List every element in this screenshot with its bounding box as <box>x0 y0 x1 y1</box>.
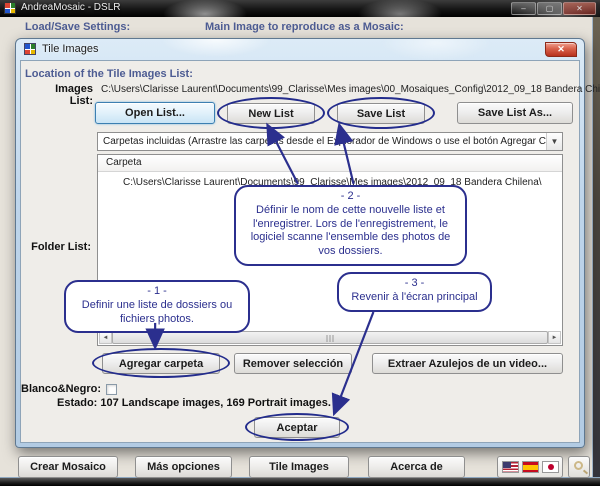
dialog-icon <box>24 43 36 55</box>
remove-selection-button[interactable]: Remover selección <box>234 353 352 374</box>
main-window-title: AndreaMosaic - DSLR <box>21 2 120 13</box>
callout-step-3: - 3 - Revenir à l'écran principal <box>337 272 492 312</box>
minimize-button[interactable]: – <box>511 2 536 15</box>
callout-3-number: - 3 - <box>345 277 484 291</box>
app-icon <box>4 2 16 14</box>
add-folder-button[interactable]: Agregar carpeta <box>102 353 220 374</box>
tile-images-dialog: Tile Images ✕ Location of the Tile Image… <box>15 38 585 448</box>
magnifier-button[interactable] <box>568 456 590 478</box>
load-save-settings-label: Load/Save Settings: <box>25 21 130 33</box>
open-list-button[interactable]: Open List... <box>95 102 215 124</box>
japan-flag-icon[interactable] <box>542 461 559 473</box>
folders-dropdown-value: Carpetas incluidas (Arrastre las carpeta… <box>103 136 563 147</box>
dialog-close-button[interactable]: ✕ <box>545 42 577 57</box>
callout-step-1: - 1 - Definir une liste de dossiers ou f… <box>64 280 250 333</box>
about-button[interactable]: Acerca de <box>368 456 465 478</box>
extract-tiles-video-button[interactable]: Extraer Azulejos de un video... <box>372 353 563 374</box>
close-button[interactable]: ✕ <box>563 2 596 15</box>
spain-flag-icon[interactable] <box>522 461 539 473</box>
folder-column-header: Carpeta <box>98 155 562 172</box>
callout-2-number: - 2 - <box>242 190 459 204</box>
accept-button[interactable]: Aceptar <box>254 417 340 438</box>
black-white-label: Blanco&Negro: <box>21 383 101 395</box>
main-titlebar: AndreaMosaic - DSLR – ▢ ✕ <box>0 0 600 17</box>
window-bottom-frame <box>0 477 600 486</box>
new-list-button[interactable]: New List <box>227 103 315 124</box>
callout-step-2: - 2 - Définir le nom de cette nouvelle l… <box>234 185 467 266</box>
dialog-body: Location of the Tile Images List: Images… <box>20 60 580 443</box>
save-list-button[interactable]: Save List <box>337 103 425 124</box>
images-list-label: Images List: <box>31 83 93 107</box>
main-image-label: Main Image to reproduce as a Mosaic: <box>205 21 404 33</box>
create-mosaic-button[interactable]: Crear Mosaico <box>18 456 118 478</box>
maximize-button[interactable]: ▢ <box>537 2 562 15</box>
window-controls: – ▢ ✕ <box>511 2 596 15</box>
chevron-down-icon[interactable]: ▼ <box>546 133 562 150</box>
callout-2-text: Définir le nom de cette nouvelle liste e… <box>242 204 459 259</box>
folder-list-label: Folder List: <box>27 241 91 253</box>
save-list-as-button[interactable]: Save List As... <box>457 102 573 124</box>
callout-1-number: - 1 - <box>72 285 242 299</box>
dialog-title: Tile Images <box>42 43 98 55</box>
black-white-checkbox[interactable] <box>106 384 117 395</box>
tile-images-button[interactable]: Tile Images <box>249 456 349 478</box>
scroll-right-icon[interactable]: ► <box>548 331 561 344</box>
status-text: Estado: 107 Landscape images, 169 Portra… <box>57 397 331 409</box>
more-options-button[interactable]: Más opciones <box>135 456 232 478</box>
callout-3-text: Revenir à l'écran principal <box>345 291 484 305</box>
magnifier-icon <box>574 461 583 470</box>
location-heading: Location of the Tile Images List: <box>25 68 193 80</box>
images-list-path: C:\Users\Clarisse Laurent\Documents\99_C… <box>101 84 600 95</box>
callout-1-text: Definir une liste de dossiers ou fichier… <box>72 299 242 327</box>
dialog-titlebar[interactable]: Tile Images ✕ <box>16 39 584 60</box>
folders-dropdown[interactable]: Carpetas incluidas (Arrastre las carpeta… <box>97 132 563 151</box>
scrollbar-grip <box>327 335 334 342</box>
screen: AndreaMosaic - DSLR – ▢ ✕ Load/Save Sett… <box>0 0 600 486</box>
us-flag-icon[interactable] <box>502 461 519 473</box>
language-selector[interactable] <box>497 456 563 478</box>
